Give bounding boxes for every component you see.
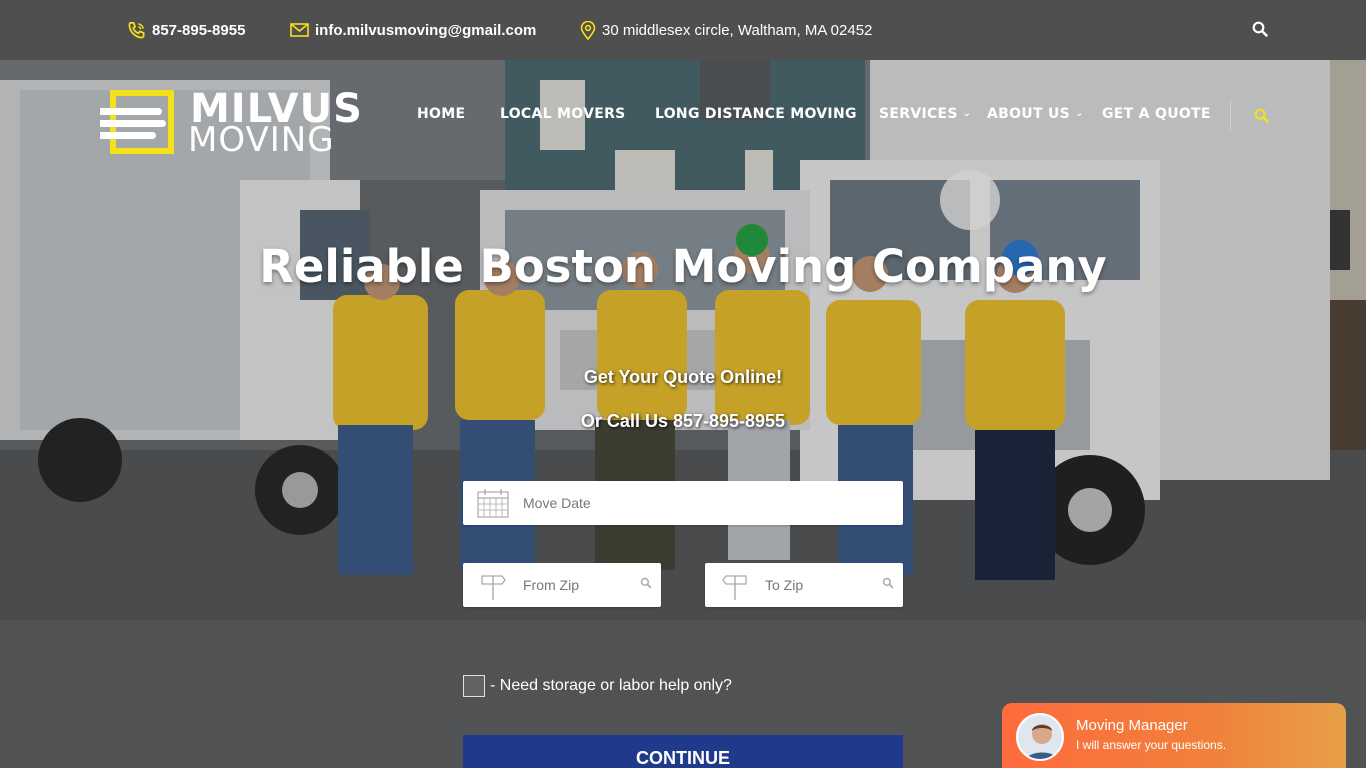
chevron-down-icon: ⌄: [1075, 108, 1084, 119]
calendar-icon: [477, 489, 509, 518]
chat-subtitle: I will answer your questions.: [1076, 738, 1227, 752]
nav-services[interactable]: SERVICES ⌄: [879, 106, 971, 122]
signpost-icon: [722, 575, 747, 600]
nav-local-movers[interactable]: LOCAL MOVERS: [500, 106, 626, 122]
chevron-down-icon: ⌄: [962, 108, 972, 119]
from-zip-field[interactable]: [463, 563, 661, 607]
topbar-address-text: 30 middlesex circle, Waltham, MA 02452: [602, 21, 873, 39]
topbar-phone-text: 857-895-8955: [152, 21, 246, 39]
top-bar: 857-895-8955 info.milvusmoving@gmail.com…: [0, 0, 1366, 60]
hero-subtitle-quote: Get Your Quote Online!: [583, 367, 783, 387]
search-icon[interactable]: [1254, 108, 1269, 123]
mail-icon: [290, 23, 309, 37]
move-date-field[interactable]: [463, 481, 903, 525]
topbar-phone[interactable]: 857-895-8955: [127, 20, 245, 40]
continue-button[interactable]: CONTINUE: [463, 735, 903, 768]
search-icon: [640, 577, 652, 589]
storage-option: - Need storage or labor help only?: [463, 675, 732, 697]
topbar-email-text: info.milvusmoving@gmail.com: [315, 21, 537, 39]
signpost-icon: [481, 575, 506, 600]
to-zip-input[interactable]: [765, 563, 875, 607]
hero-subtitle-call: Or Call Us 857-895-8955: [580, 411, 786, 431]
from-zip-input[interactable]: [523, 563, 633, 607]
logo-text-line2: MOVING: [188, 120, 335, 160]
nav-about-us[interactable]: ABOUT US ⌄: [987, 106, 1084, 122]
topbar-email[interactable]: info.milvusmoving@gmail.com: [290, 20, 536, 40]
chat-title: Moving Manager: [1076, 717, 1188, 734]
search-icon[interactable]: [1252, 21, 1268, 37]
manager-avatar-icon: [1018, 715, 1062, 759]
nav-long-distance-moving[interactable]: LONG DISTANCE MOVING: [655, 106, 857, 122]
avatar: [1016, 713, 1064, 761]
main-navigation: HOME LOCAL MOVERS LONG DISTANCE MOVING S…: [0, 106, 1366, 126]
logo-wing-icon: [100, 132, 156, 139]
nav-home[interactable]: HOME: [417, 106, 465, 122]
nav-divider: [1230, 100, 1231, 130]
to-zip-field[interactable]: [705, 563, 903, 607]
hero-title: Reliable Boston Moving Company: [259, 240, 1107, 293]
chat-widget[interactable]: Moving Manager I will answer your questi…: [1002, 703, 1346, 768]
phone-icon: [128, 21, 145, 38]
hero-section: MILVUS MOVING HOME LOCAL MOVERS LONG DIS…: [0, 60, 1366, 768]
nav-about-us-label: ABOUT US: [987, 106, 1071, 122]
storage-label: - Need storage or labor help only?: [490, 677, 732, 694]
nav-services-label: SERVICES: [879, 106, 958, 122]
search-icon: [882, 577, 894, 589]
move-date-input[interactable]: [523, 481, 883, 525]
nav-get-a-quote[interactable]: GET A QUOTE: [1102, 106, 1211, 122]
map-pin-icon: [580, 20, 596, 40]
storage-checkbox[interactable]: [463, 675, 485, 697]
topbar-address: 30 middlesex circle, Waltham, MA 02452: [580, 20, 872, 40]
